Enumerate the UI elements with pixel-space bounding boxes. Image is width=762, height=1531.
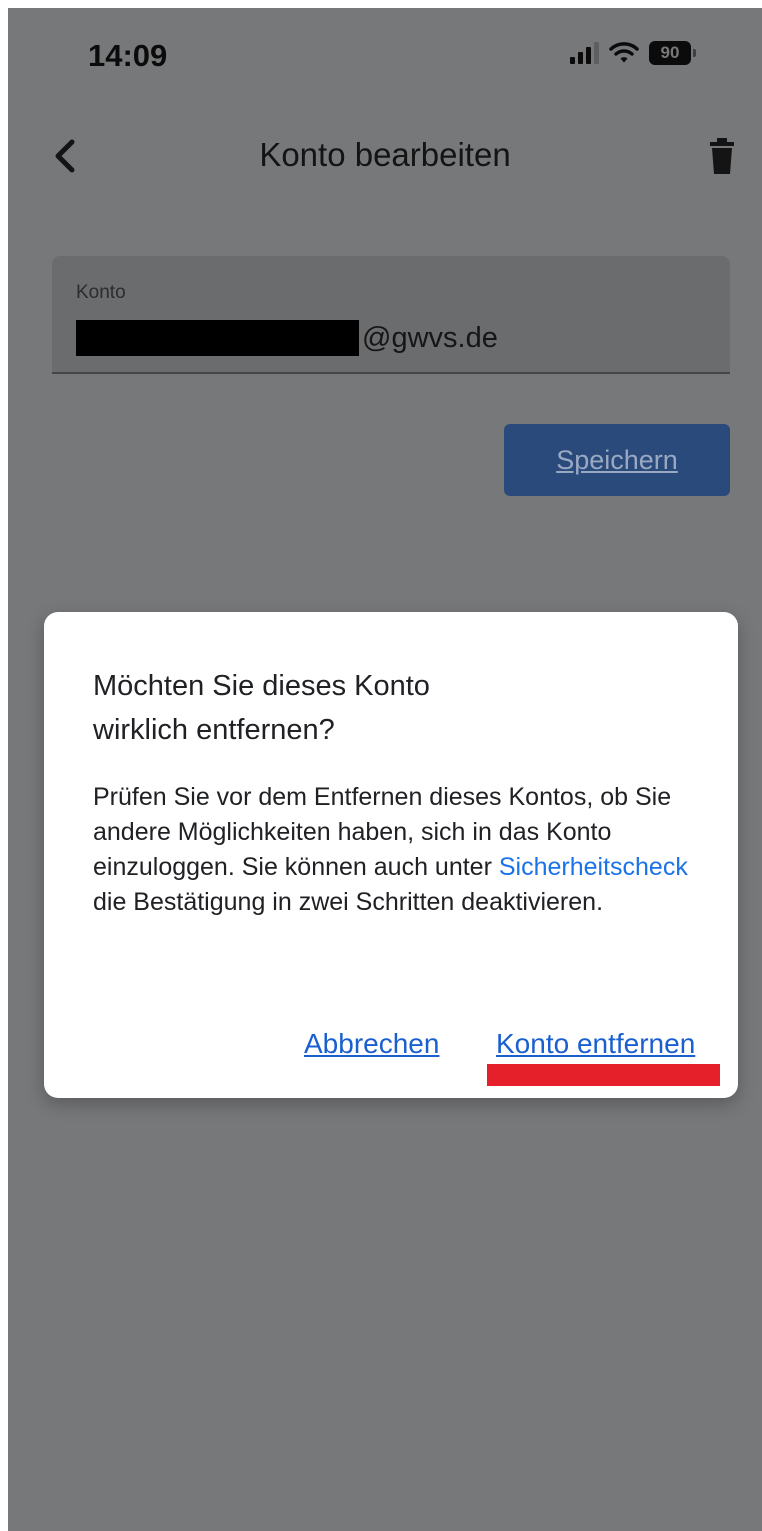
app-screen: 14:09 90 Konto bearbeiten Konto @gwvs.de…: [8, 8, 762, 1531]
account-field[interactable]: Konto @gwvs.de: [52, 256, 730, 374]
cancel-button[interactable]: Abbrechen: [304, 1028, 439, 1060]
chevron-left-icon: [55, 139, 75, 173]
remove-account-button[interactable]: Konto entfernen: [496, 1028, 695, 1060]
signal-icon: [570, 42, 599, 64]
battery-icon: 90: [649, 41, 696, 65]
redacted-email-prefix: [76, 320, 359, 356]
dialog-title: Möchten Sie dieses Konto wirklich entfer…: [93, 670, 430, 746]
red-highlight-mark: [487, 1064, 720, 1086]
wifi-icon: [609, 42, 639, 63]
delete-account-button[interactable]: [706, 136, 738, 176]
account-email-domain: @gwvs.de: [362, 321, 498, 354]
page-title: Konto bearbeiten: [259, 136, 511, 173]
account-field-label: Konto: [76, 282, 126, 303]
dialog-body: Prüfen Sie vor dem Entfernen dieses Kont…: [93, 780, 703, 920]
account-field-value: @gwvs.de: [76, 320, 498, 356]
back-button[interactable]: [46, 136, 86, 176]
dialog-body-text-end: die Bestätigung in zwei Schritten deakti…: [93, 888, 604, 916]
trash-icon: [710, 138, 734, 174]
security-check-link[interactable]: Sicherheitscheck: [499, 853, 688, 881]
remove-account-dialog: Möchten Sie dieses Konto wirklich entfer…: [44, 612, 738, 1098]
save-button[interactable]: Speichern: [504, 424, 730, 496]
status-icons: 90: [570, 41, 696, 65]
status-time: 14:09: [88, 38, 168, 73]
